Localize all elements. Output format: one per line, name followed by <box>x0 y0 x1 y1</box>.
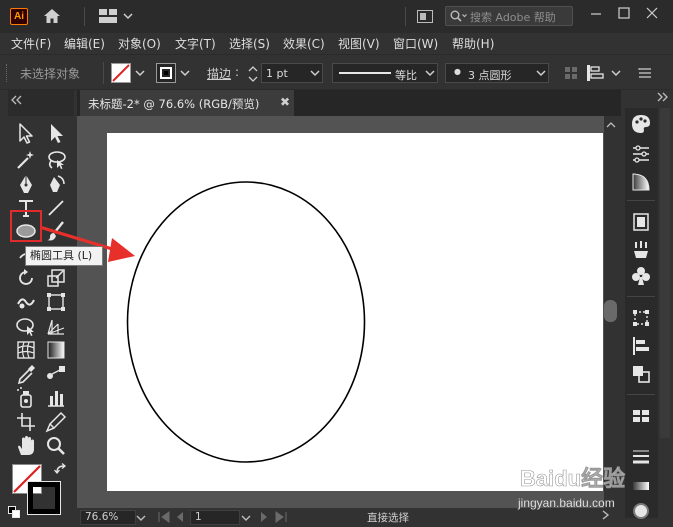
baidu-jingyan-watermark: Baidu经验 jingyan.baidu.com <box>517 456 625 510</box>
artboard-number: 1 <box>195 511 202 523</box>
transform-icon[interactable] <box>629 306 653 330</box>
pathfinder-icon[interactable] <box>629 362 653 386</box>
first-artboard-icon[interactable] <box>157 511 171 523</box>
divider <box>627 296 655 297</box>
appearance-panel-icon[interactable] <box>633 503 649 519</box>
artboard-number-field[interactable]: 1 <box>190 510 240 525</box>
current-tool-status: 直接选择 <box>367 512 409 524</box>
last-artboard-icon[interactable] <box>274 511 288 523</box>
align-icon[interactable] <box>629 334 653 358</box>
tool-tooltip: 椭圆工具 (L) <box>25 246 103 266</box>
collapse-panels-icon[interactable] <box>655 92 669 102</box>
watermark-brand: Baidu经验 <box>520 466 625 491</box>
divider <box>627 200 655 201</box>
gradient-panel-icon[interactable] <box>629 170 653 194</box>
divider <box>627 394 655 395</box>
panel-scrollbar[interactable] <box>660 108 670 438</box>
color-themes-icon[interactable] <box>629 112 653 136</box>
swatches-icon[interactable] <box>629 404 653 428</box>
layers-icon[interactable] <box>629 210 653 234</box>
zoom-dropdown-icon[interactable] <box>135 511 147 525</box>
scroll-right-icon[interactable] <box>600 508 612 522</box>
asset-export-icon[interactable] <box>629 238 653 262</box>
artboard-dropdown-icon[interactable] <box>240 511 252 525</box>
next-artboard-icon[interactable] <box>259 511 269 523</box>
previous-artboard-icon[interactable] <box>175 511 185 523</box>
zoom-field[interactable]: 76.6% <box>80 510 136 525</box>
symbols-icon[interactable] <box>629 264 653 288</box>
zoom-value: 76.6% <box>85 511 119 523</box>
properties-icon[interactable] <box>629 142 653 166</box>
